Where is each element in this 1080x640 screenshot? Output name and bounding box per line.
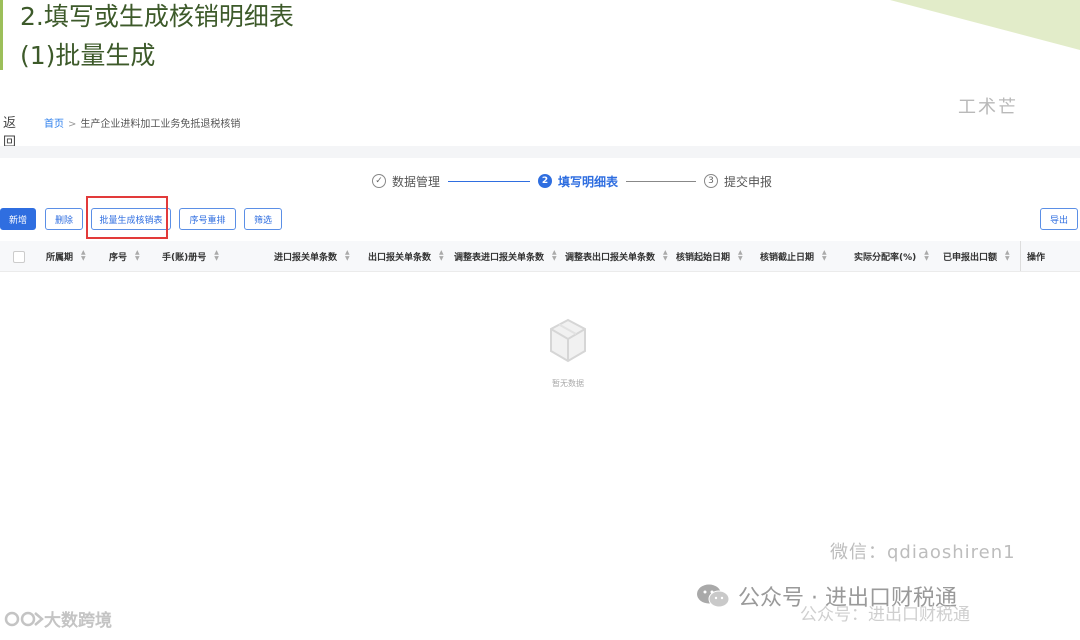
column-label: 核销截止日期 — [760, 252, 815, 263]
slide-accent-bar — [0, 0, 3, 70]
table-header: 所属期 ▲ ▼ 序号 ▲ ▼ 手(账)册号 ▲ ▼ 进口报关单条数 ▲ ▼ 出口报关单条数 ▲ ▼ … — [0, 241, 1080, 272]
step-number-icon: 2 — [538, 174, 553, 188]
check-circle-icon: ✓ — [372, 174, 386, 188]
column-adj-export-count[interactable]: 调整表出口报关单条数 ▲ ▼ — [565, 241, 668, 271]
column-label: 序号 — [109, 252, 128, 263]
column-label: 所属期 — [46, 252, 74, 263]
sort-icon[interactable]: ▲ ▼ — [135, 250, 140, 262]
column-end-date[interactable]: 核销截止日期 ▲ ▼ — [760, 241, 827, 271]
add-button[interactable]: 新增 — [0, 208, 36, 230]
slide-subtitle: (1)批量生成 — [20, 41, 156, 70]
export-button[interactable]: 导出 — [1040, 208, 1078, 230]
sort-icon[interactable]: ▲ ▼ — [81, 250, 86, 262]
step-indicator: ✓ 数据管理 2 填写明细表 3 提交申报 — [372, 170, 772, 192]
column-label: 出口报关单条数 — [368, 252, 432, 263]
wechat-icon — [697, 584, 730, 608]
column-label: 调整表进口报关单条数 — [454, 252, 545, 263]
back-link[interactable]: 返回 — [3, 112, 16, 150]
breadcrumb-separator-icon: > — [68, 119, 77, 130]
corner-decoration — [890, 0, 1080, 50]
delete-button[interactable]: 删除 — [45, 208, 83, 230]
column-label: 手(账)册号 — [162, 252, 207, 263]
column-handbook-no[interactable]: 手(账)册号 ▲ ▼ — [162, 241, 219, 271]
column-label: 调整表出口报关单条数 — [565, 252, 656, 263]
sort-icon[interactable]: ▲ ▼ — [214, 250, 219, 262]
column-adj-import-count[interactable]: 调整表进口报关单条数 ▲ ▼ — [454, 241, 557, 271]
column-seq[interactable]: 序号 ▲ ▼ — [109, 241, 140, 271]
step-connector — [448, 180, 531, 182]
sort-icon[interactable]: ▲ ▼ — [738, 250, 743, 262]
brand-text: 大数跨境 — [44, 611, 112, 631]
sort-icon[interactable]: ▲ ▼ — [439, 250, 444, 262]
watermark-brand: 大数跨境 — [4, 606, 112, 631]
watermark-wechat-id: 微信：qdiaoshiren1 — [830, 542, 1016, 563]
step-data-management[interactable]: ✓ 数据管理 — [372, 173, 440, 190]
empty-box-icon — [550, 318, 586, 363]
step-submit[interactable]: 3 提交申报 — [704, 173, 772, 190]
column-declared-export[interactable]: 已申报出口额 ▲ ▼ — [943, 241, 1010, 271]
column-start-date[interactable]: 核销起始日期 ▲ ▼ — [676, 241, 743, 271]
sort-icon[interactable]: ▲ ▼ — [924, 250, 929, 262]
breadcrumb: 首页 > 生产企业进料加工业务免抵退税核销 — [44, 115, 240, 130]
sort-icon[interactable]: ▲ ▼ — [822, 250, 827, 262]
breadcrumb-current-page: 生产企业进料加工业务免抵退税核销 — [80, 119, 241, 130]
column-label: 实际分配率(%) — [854, 252, 917, 263]
step-fill-details[interactable]: 2 填写明细表 — [538, 173, 618, 190]
column-import-count[interactable]: 进口报关单条数 ▲ ▼ — [274, 241, 350, 271]
watermark-official-account-echo: 公众号：进出口财税通 — [800, 605, 970, 625]
filter-button[interactable]: 筛选 — [244, 208, 282, 230]
step-label: 提交申报 — [724, 174, 773, 189]
column-export-count[interactable]: 出口报关单条数 ▲ ▼ — [368, 241, 444, 271]
slide-title: 2.填写或生成核销明细表 — [20, 2, 294, 31]
column-label: 已申报出口额 — [943, 252, 998, 263]
step-number-icon: 3 — [704, 174, 719, 188]
highlight-box — [86, 196, 168, 239]
sort-icon[interactable]: ▲ ▼ — [663, 250, 668, 262]
empty-state-text: 暂无数据 — [552, 379, 584, 388]
column-period[interactable]: 所属期 ▲ ▼ — [46, 241, 86, 271]
column-allocation-rate[interactable]: 实际分配率(%) ▲ ▼ — [854, 241, 929, 271]
reorder-button[interactable]: 序号重排 — [179, 208, 236, 230]
sort-icon[interactable]: ▲ ▼ — [552, 250, 557, 262]
select-all-checkbox[interactable] — [13, 251, 25, 263]
step-connector — [626, 180, 697, 182]
step-label: 填写明细表 — [558, 174, 619, 189]
column-actions: 操作 — [1027, 252, 1046, 263]
step-label: 数据管理 — [392, 174, 441, 189]
sort-icon[interactable]: ▲ ▼ — [1005, 250, 1010, 262]
column-label: 进口报关单条数 — [274, 252, 338, 263]
column-label: 核销起始日期 — [676, 252, 731, 263]
section-divider-band — [0, 146, 1080, 158]
sort-icon[interactable]: ▲ ▼ — [345, 250, 350, 262]
column-divider — [1020, 241, 1021, 271]
stamp-text: 工术芒 — [958, 97, 1018, 118]
brand-logo-icon — [4, 611, 44, 626]
breadcrumb-home-link[interactable]: 首页 — [44, 119, 64, 130]
